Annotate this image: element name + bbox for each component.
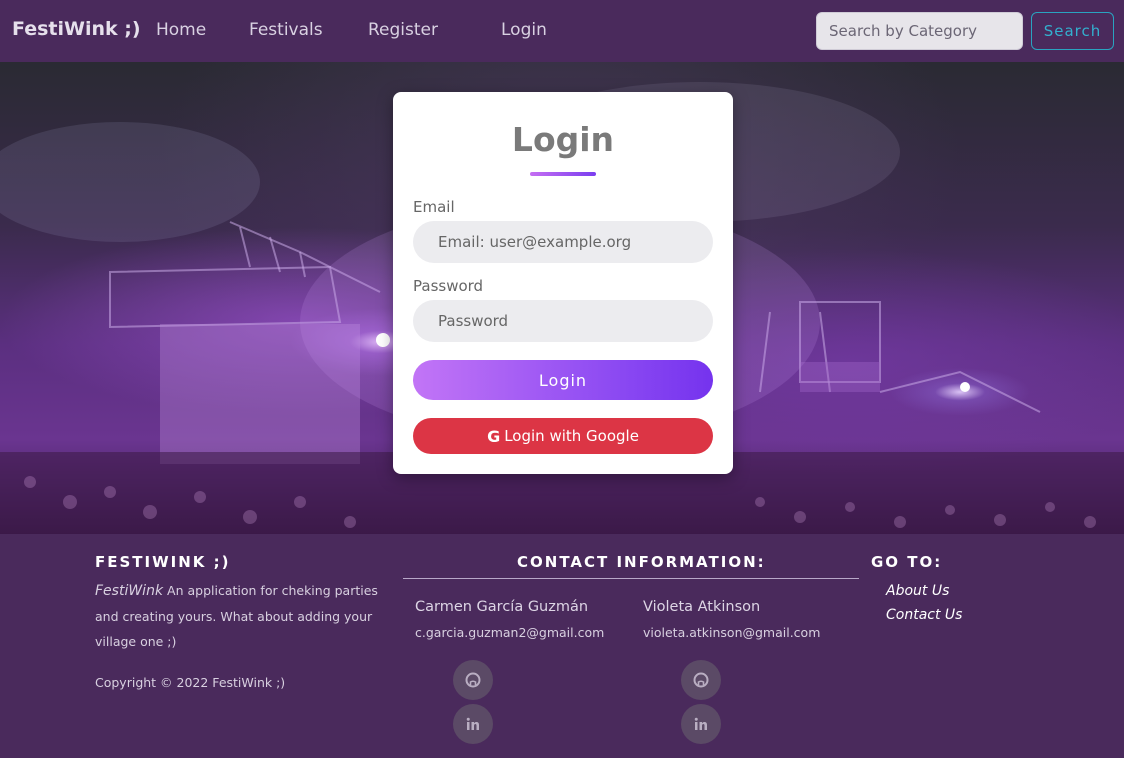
password-label: Password [413,277,484,295]
linkedin-icon[interactable] [681,704,721,744]
login-button[interactable]: Login [413,360,713,400]
contact-email-2[interactable]: violeta.atkinson@gmail.com [643,625,820,640]
navbar: FestiWink ;) Home Festivals Register Log… [0,0,1124,62]
github-icon[interactable] [453,660,493,700]
login-title: Login [511,120,615,159]
linkedin-icon[interactable] [453,704,493,744]
nav-login[interactable]: Login [501,20,547,40]
login-card: Login Email Password Login G Login with … [393,92,733,474]
email-field[interactable] [413,221,713,263]
nav-home[interactable]: Home [156,20,206,40]
google-login-label: Login with Google [504,427,639,445]
contact-divider [403,578,859,579]
copyright-text: Copyright © 2022 FestiWink ;) [95,675,286,690]
title-underline [530,172,596,176]
search-input[interactable] [816,12,1023,50]
nav-festivals[interactable]: Festivals [249,20,323,40]
search-button[interactable]: Search [1031,12,1114,50]
footer: FESTIWINK ;) FestiWink An application fo… [0,534,1124,758]
contact-us-link[interactable]: Contact Us [886,607,962,623]
footer-brand-name: FestiWink [95,583,164,599]
password-field[interactable] [413,300,713,342]
about-us-link[interactable]: About Us [886,583,949,599]
contact-name-1: Carmen García Guzmán [415,599,589,615]
github-icon[interactable] [681,660,721,700]
footer-description: FestiWink An application for cheking par… [95,578,390,654]
contact-heading: CONTACT INFORMATION: [517,553,766,571]
brand-logo[interactable]: FestiWink ;) [12,18,141,40]
goto-heading: GO TO: [871,553,943,571]
nav-register[interactable]: Register [368,20,438,40]
contact-name-2: Violeta Atkinson [643,599,761,615]
email-label: Email [413,198,455,216]
footer-brand-heading: FESTIWINK ;) [95,553,231,571]
google-login-button[interactable]: G Login with Google [413,418,713,454]
google-icon: G [487,426,501,446]
contact-email-1[interactable]: c.garcia.guzman2@gmail.com [415,625,604,640]
